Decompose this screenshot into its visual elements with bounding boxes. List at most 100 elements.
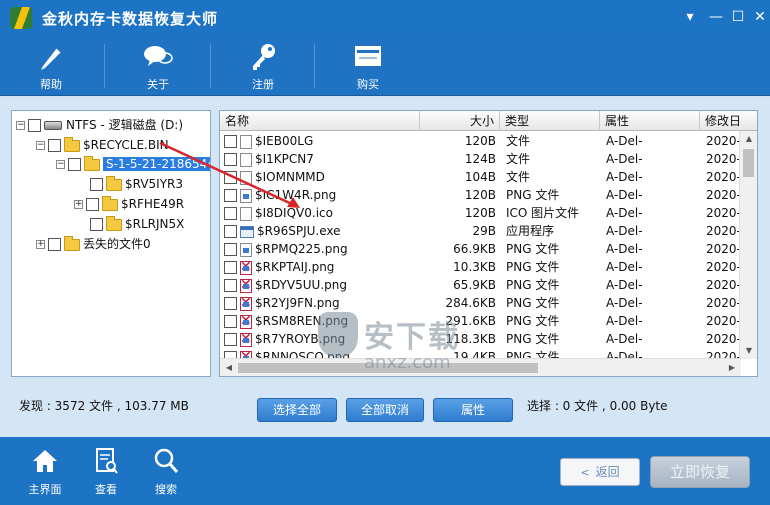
table-row[interactable]: $RSM8REN.png 291.6KB PNG 文件 A-Del- 2020-: [220, 312, 740, 330]
scroll-thumb[interactable]: [743, 149, 754, 177]
column-header-date[interactable]: 修改日: [700, 111, 757, 131]
folder-tree[interactable]: − NTFS - 逻辑磁盘 (D:) − $RECYCLE.BIN − S-1-5-2…: [11, 110, 211, 377]
horizontal-scrollbar[interactable]: ◀ ▶: [220, 358, 741, 376]
expand-icon[interactable]: +: [74, 200, 83, 209]
checkbox[interactable]: [224, 243, 237, 256]
cell-name: $RPMQ225.png: [224, 240, 420, 258]
cell-type: PNG 文件: [506, 332, 560, 346]
cell-attr: A-Del-: [606, 296, 643, 310]
cell-size: 10.3KB: [453, 260, 496, 274]
damaged-file-icon: [240, 258, 252, 276]
register-button[interactable]: 注册: [228, 40, 298, 94]
selection-summary: 选择 : 0 文件 , 0.00 Byte: [527, 399, 668, 413]
checkbox[interactable]: [224, 189, 237, 202]
cell-name: $I8DIQV0.ico: [224, 204, 420, 222]
cell-date: 2020-: [706, 188, 740, 202]
table-row[interactable]: $R96SPJU.exe 29B 应用程序 A-Del- 2020-: [220, 222, 740, 240]
table-row[interactable]: $RDYV5UU.png 65.9KB PNG 文件 A-Del- 2020-: [220, 276, 740, 294]
cell-size: 284.6KB: [445, 296, 496, 310]
table-row[interactable]: $R7YROYB.png 118.3KB PNG 文件 A-Del- 2020-: [220, 330, 740, 348]
tree-node-child[interactable]: $RV5IYR3: [90, 175, 183, 193]
minimize-button[interactable]: —: [704, 6, 728, 28]
image-file-icon: [240, 242, 252, 257]
deselect-all-button[interactable]: 全部取消: [346, 398, 424, 422]
checkbox[interactable]: [224, 135, 237, 148]
checkbox[interactable]: [90, 218, 103, 231]
table-row[interactable]: $IC1W4R.png 120B PNG 文件 A-Del- 2020-: [220, 186, 740, 204]
checkbox[interactable]: [224, 333, 237, 346]
tree-node-recycle[interactable]: − $RECYCLE.BIN: [36, 136, 169, 154]
column-header-type[interactable]: 类型: [500, 111, 600, 131]
recover-now-button[interactable]: 立即恢复: [650, 456, 750, 488]
cell-type: 文件: [506, 170, 531, 184]
select-all-button[interactable]: 选择全部: [257, 398, 337, 422]
help-button[interactable]: 帮助: [16, 40, 86, 94]
about-button[interactable]: 关于: [123, 40, 193, 94]
back-button[interactable]: < 返回: [560, 458, 640, 486]
checkbox[interactable]: [224, 207, 237, 220]
menu-dropdown-button[interactable]: ▾: [678, 6, 702, 28]
collapse-icon[interactable]: −: [16, 121, 25, 130]
table-row[interactable]: $RKPTAIJ.png 10.3KB PNG 文件 A-Del- 2020-: [220, 258, 740, 276]
scroll-right-icon[interactable]: ▶: [723, 360, 741, 376]
cell-type: PNG 文件: [506, 314, 560, 328]
home-icon: [31, 447, 59, 475]
column-header-attr[interactable]: 属性: [600, 111, 700, 131]
checkbox[interactable]: [224, 279, 237, 292]
maximize-button[interactable]: ☐: [726, 6, 750, 28]
table-row[interactable]: $I1KPCN7 124B 文件 A-Del- 2020-: [220, 150, 740, 168]
tree-node-child[interactable]: $RLRJN5X: [90, 215, 184, 233]
checkbox[interactable]: [90, 178, 103, 191]
tree-node-sid[interactable]: − S-1-5-21-2186544: [56, 155, 210, 173]
cell-size: 120B: [464, 134, 496, 148]
list-rows: $IEB00LG 120B 文件 A-Del- 2020- $I1KPCN7 124B 文件 A…: [220, 132, 740, 360]
table-row[interactable]: $R2YJ9FN.png 284.6KB PNG 文件 A-Del- 2020-: [220, 294, 740, 312]
table-row[interactable]: $IOMNMMD 104B 文件 A-Del- 2020-: [220, 168, 740, 186]
cell-attr: A-Del-: [606, 260, 643, 274]
cell-type: 应用程序: [506, 224, 555, 238]
checkbox[interactable]: [68, 158, 81, 171]
cell-size: 124B: [464, 152, 496, 166]
drive-icon: [44, 121, 62, 130]
checkbox[interactable]: [224, 171, 237, 184]
scroll-up-icon[interactable]: ▲: [740, 131, 757, 147]
properties-button[interactable]: 属性: [433, 398, 513, 422]
tree-node-lost[interactable]: + 丢失的文件0: [36, 235, 151, 253]
checkbox[interactable]: [86, 198, 99, 211]
view-button[interactable]: 查看: [81, 447, 131, 497]
collapse-icon[interactable]: −: [56, 160, 65, 169]
tree-node-child[interactable]: + $RFHE49R: [74, 195, 184, 213]
scroll-left-icon[interactable]: ◀: [220, 360, 238, 376]
cell-size: 291.6KB: [445, 314, 496, 328]
expand-icon[interactable]: +: [36, 240, 45, 249]
buy-button[interactable]: 购买: [333, 40, 403, 94]
scroll-down-icon[interactable]: ▼: [740, 343, 757, 359]
checkbox[interactable]: [224, 261, 237, 274]
footer-bar: 主界面 查看 搜索 < 返回 立即恢复: [0, 437, 770, 505]
checkbox[interactable]: [28, 119, 41, 132]
cell-name: $RKPTAIJ.png: [224, 258, 420, 276]
home-button[interactable]: 主界面: [20, 447, 70, 497]
checkbox[interactable]: [224, 297, 237, 310]
table-row[interactable]: $IEB00LG 120B 文件 A-Del- 2020-: [220, 132, 740, 150]
cell-name: $RSM8REN.png: [224, 312, 420, 330]
cell-size: 118.3KB: [445, 332, 496, 346]
cell-type: PNG 文件: [506, 278, 560, 292]
checkbox[interactable]: [48, 139, 61, 152]
folder-icon: [106, 215, 122, 231]
app-logo: [10, 7, 32, 29]
table-row[interactable]: $I8DIQV0.ico 120B ICO 图片文件 A-Del- 2020-: [220, 204, 740, 222]
checkbox[interactable]: [48, 238, 61, 251]
checkbox[interactable]: [224, 153, 237, 166]
column-header-size[interactable]: 大小: [420, 111, 500, 131]
close-button[interactable]: ✕: [748, 6, 770, 28]
search-button[interactable]: 搜索: [141, 447, 191, 497]
table-row[interactable]: $RPMQ225.png 66.9KB PNG 文件 A-Del- 2020-: [220, 240, 740, 258]
vertical-scrollbar[interactable]: ▲ ▼: [739, 131, 757, 359]
collapse-icon[interactable]: −: [36, 141, 45, 150]
column-header-name[interactable]: 名称: [220, 111, 420, 131]
tree-node-root[interactable]: − NTFS - 逻辑磁盘 (D:): [16, 116, 183, 134]
checkbox[interactable]: [224, 225, 237, 238]
scroll-thumb[interactable]: [238, 363, 538, 373]
checkbox[interactable]: [224, 315, 237, 328]
